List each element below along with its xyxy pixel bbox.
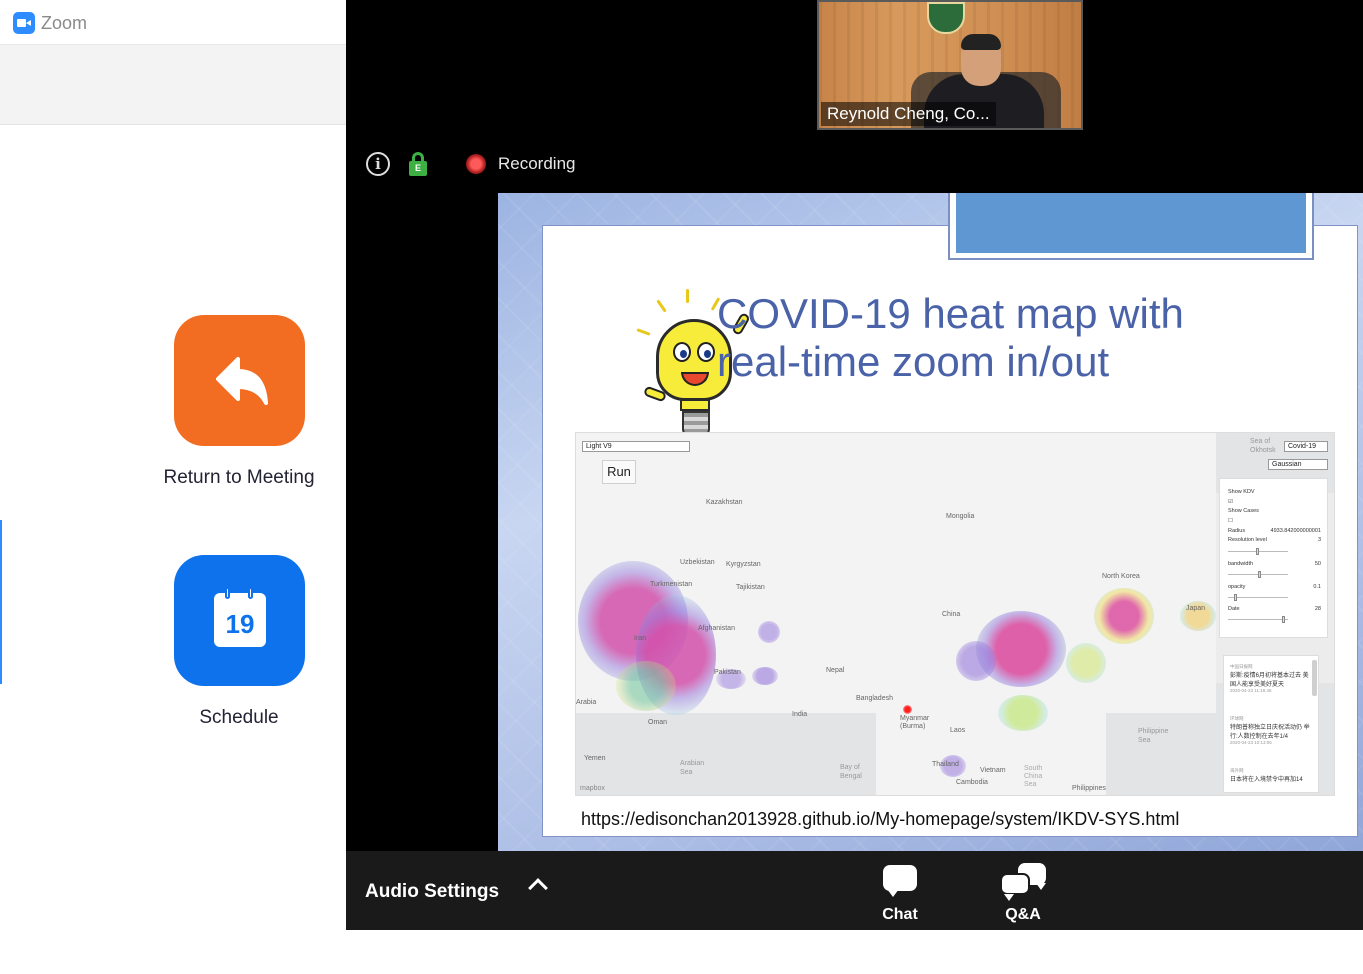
schedule-button[interactable]: 19 — [174, 555, 305, 686]
calendar-icon: 19 — [214, 587, 266, 647]
zoom-home-window: Zoom Return to Meeting 19 Schedule — [0, 0, 346, 974]
kernel-select[interactable]: Gaussian — [1268, 459, 1328, 470]
underlying-window-strip — [346, 930, 1363, 974]
map-label: Nepal — [826, 667, 845, 674]
zoom-header-bar — [0, 45, 346, 125]
map-label: Oman — [648, 719, 668, 726]
schedule-label[interactable]: Schedule — [139, 707, 339, 729]
map-label: Laos — [950, 727, 966, 734]
map-label: Myanmar (Burma) — [900, 715, 930, 730]
shared-screen: COVID-19 heat map with real-time zoom in… — [498, 193, 1363, 851]
audio-settings-button[interactable]: Audio Settings — [365, 881, 499, 903]
map-label: Afghanistan — [698, 625, 735, 632]
screen: Zoom Return to Meeting 19 Schedule Reyno… — [0, 0, 1363, 974]
zoom-app-title: Zoom — [41, 13, 88, 33]
chat-button[interactable]: Chat — [855, 861, 945, 927]
slide-title-line-2: real-time zoom in/out — [717, 338, 1110, 385]
map-label: Arabian Sea — [680, 760, 705, 776]
map-label: Pakistan — [714, 669, 741, 676]
participant-name-label: Reynold Cheng, Co... — [821, 102, 996, 126]
map-label: South China Sea — [1024, 765, 1043, 788]
map-label: Uzbekistan — [680, 559, 715, 566]
dataset-select[interactable]: Covid-19 — [1284, 441, 1328, 452]
slide-url: https://edisonchan2013928.github.io/My-h… — [581, 809, 1180, 829]
slide-title-line-1: COVID-19 heat map with — [717, 290, 1184, 337]
chat-label: Chat — [882, 906, 918, 923]
return-to-meeting-label[interactable]: Return to Meeting — [139, 467, 339, 489]
window-edge-accent — [0, 520, 2, 684]
qa-button[interactable]: Q&A — [978, 861, 1068, 927]
news-feed-panel: 中国日报网 彭斯:疫情6月初将基本过去 美国人能享受美好夏天 2020-04-2… — [1223, 655, 1319, 793]
slide-title: COVID-19 heat map with real-time zoom in… — [717, 290, 1277, 386]
map-label: Iran — [634, 635, 647, 642]
map-label: Turkmenistan — [650, 581, 693, 588]
meeting-info-icon[interactable]: i — [366, 152, 390, 176]
recording-dot-icon — [466, 154, 486, 174]
map-label: Bay of Bengal — [840, 764, 862, 780]
encryption-lock-icon[interactable]: E — [409, 152, 427, 176]
mapbox-attribution: mapbox — [580, 785, 605, 792]
map-label: Kazakhstan — [706, 499, 743, 506]
map-style-select[interactable]: Light V9 — [582, 441, 690, 452]
zoom-titlebar: Zoom — [0, 0, 346, 45]
map-label: Vietnam — [980, 767, 1006, 774]
slide-header-tab — [948, 193, 1314, 260]
map-label: Philippines — [1072, 785, 1106, 792]
calendar-day: 19 — [225, 609, 255, 639]
map-label: Cambodia — [956, 779, 988, 786]
covid-heat-map: Kazakhstan Mongolia Uzbekistan Kyrgyzsta… — [575, 432, 1335, 796]
map-label: China — [942, 611, 961, 618]
run-button[interactable]: Run — [602, 460, 636, 484]
map-label: Yemen — [584, 755, 606, 762]
map-label: Bangladesh — [856, 695, 893, 702]
map-label: Sea of Okhotsk — [1250, 438, 1276, 454]
meeting-window: Reynold Cheng, Co... i E Recording COVID… — [346, 0, 1363, 930]
reply-arrow-icon — [216, 357, 268, 405]
map-label: Tajikistan — [736, 584, 765, 591]
qa-label: Q&A — [1005, 906, 1041, 923]
map-label: Philippine Sea — [1138, 728, 1169, 744]
map-label: Kyrgyzstan — [726, 561, 761, 568]
map-label: Thailand — [932, 761, 959, 768]
map-label: India — [792, 711, 808, 718]
map-label: Arabia — [576, 699, 597, 706]
recording-label: Recording — [498, 154, 576, 173]
participant-video-tile[interactable]: Reynold Cheng, Co... — [817, 0, 1083, 130]
map-label: Japan — [1186, 605, 1206, 612]
kdv-settings-panel: Show KDV ☑ Show Cases ☐ Radius 4933.8420… — [1219, 478, 1328, 638]
chevron-up-icon[interactable] — [528, 878, 548, 898]
map-label: Mongolia — [946, 513, 975, 520]
map-label: North Korea — [1102, 573, 1140, 580]
return-to-meeting-button[interactable] — [174, 315, 305, 446]
slide: COVID-19 heat map with real-time zoom in… — [542, 225, 1358, 837]
zoom-logo-icon — [13, 12, 35, 34]
meeting-toolbar: Audio Settings Chat Q&A — [346, 851, 1363, 930]
